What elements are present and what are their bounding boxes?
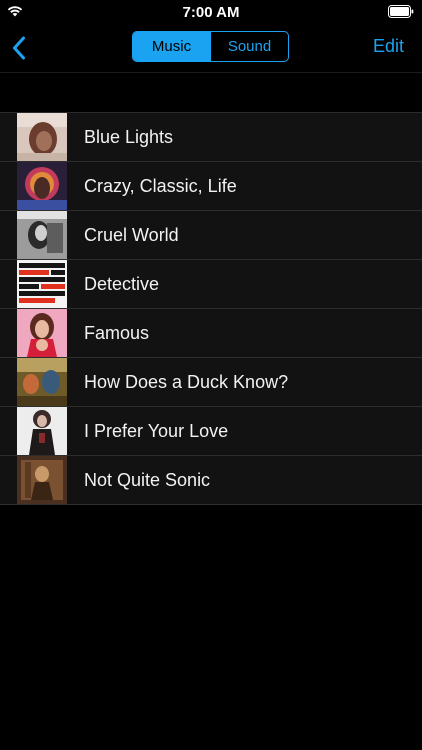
album-art bbox=[17, 260, 67, 308]
album-art bbox=[17, 211, 67, 259]
list-item[interactable]: Crazy, Classic, Life bbox=[0, 162, 422, 211]
song-title: Detective bbox=[84, 274, 160, 294]
status-time: 7:00 AM bbox=[182, 4, 240, 21]
list-item[interactable]: Cruel World bbox=[0, 211, 422, 260]
nav-divider bbox=[0, 72, 422, 73]
list-item[interactable]: Blue Lights bbox=[0, 113, 422, 162]
album-art bbox=[17, 113, 67, 161]
song-list: Blue Lights Crazy, Classic, Life Cruel W bbox=[0, 112, 422, 505]
song-title: Crazy, Classic, Life bbox=[84, 176, 237, 196]
list-item[interactable]: Not Quite Sonic bbox=[0, 456, 422, 505]
song-title: How Does a Duck Know? bbox=[84, 372, 289, 392]
song-title: Not Quite Sonic bbox=[84, 470, 211, 490]
music-sound-segmented-control: Music Sound bbox=[132, 31, 289, 62]
chevron-left-icon bbox=[13, 36, 25, 60]
album-art bbox=[17, 456, 67, 504]
list-item[interactable]: Famous bbox=[0, 309, 422, 358]
song-title: Cruel World bbox=[84, 225, 179, 245]
song-title: Blue Lights bbox=[84, 127, 174, 147]
album-art bbox=[17, 309, 67, 357]
song-title: Famous bbox=[84, 323, 150, 343]
segment-sound[interactable]: Sound bbox=[210, 32, 288, 61]
nav-bar: Music Sound Edit bbox=[0, 24, 422, 72]
list-item[interactable]: How Does a Duck Know? bbox=[0, 358, 422, 407]
album-art bbox=[17, 358, 67, 406]
list-item[interactable]: I Prefer Your Love bbox=[0, 407, 422, 456]
list-item[interactable]: Detective bbox=[0, 260, 422, 309]
status-bar: 7:00 AM bbox=[0, 0, 422, 24]
segment-music[interactable]: Music bbox=[133, 32, 210, 61]
battery-icon bbox=[388, 5, 414, 18]
album-art bbox=[17, 407, 67, 455]
back-button[interactable] bbox=[4, 32, 34, 64]
edit-button[interactable]: Edit bbox=[373, 36, 404, 57]
song-title: I Prefer Your Love bbox=[84, 421, 229, 441]
album-art bbox=[17, 162, 67, 210]
